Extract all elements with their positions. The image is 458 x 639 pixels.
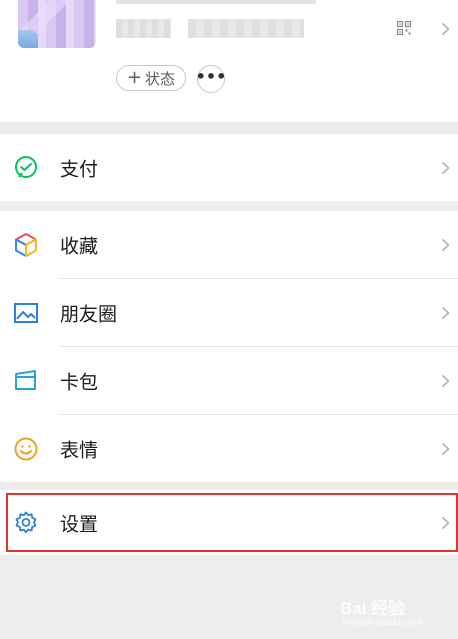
qr-code-icon[interactable]: [397, 21, 411, 35]
menu-item-label: 朋友圈: [60, 303, 118, 325]
menu-item-label: 支付: [60, 158, 99, 180]
chevron-right-icon: [441, 516, 450, 529]
wallet-card-icon: [15, 369, 36, 390]
avatar[interactable]: [18, 0, 96, 48]
settings-group: 设置: [0, 490, 458, 555]
chevron-right-icon: [441, 442, 450, 455]
watermark: Bai 经验: [340, 599, 406, 618]
ellipsis-icon: •••: [195, 66, 227, 86]
menu-item-pay[interactable]: 支付: [0, 134, 458, 201]
menu-item-label: 表情: [60, 439, 99, 461]
menu-item-stickers[interactable]: 表情: [0, 415, 458, 482]
menu-item-moments[interactable]: 朋友圈: [0, 279, 458, 346]
chevron-right-icon: [441, 161, 450, 174]
picture-icon: [14, 302, 38, 323]
smiley-icon: [14, 437, 38, 460]
menu-item-label: 设置: [60, 513, 99, 535]
status-button-label: 状态: [145, 69, 176, 88]
chevron-right-icon: [441, 238, 450, 251]
menu-item-favorites[interactable]: 收藏: [0, 211, 458, 278]
plus-icon: +: [126, 66, 143, 88]
chevron-right-icon[interactable]: [441, 22, 450, 36]
wechat-pay-icon: [15, 155, 37, 178]
add-status-button[interactable]: + 状态: [116, 65, 186, 91]
cube-icon: [15, 232, 37, 257]
wechat-id-label-blurred: [116, 19, 171, 38]
chevron-right-icon: [441, 374, 450, 387]
menu-item-cards[interactable]: 卡包: [0, 347, 458, 414]
pay-group: 支付: [0, 134, 458, 201]
menu-item-label: 收藏: [60, 235, 99, 257]
wechat-id-value-blurred: [188, 19, 304, 38]
services-group: 收藏 朋友圈 卡包 表情: [0, 211, 458, 482]
menu-item-label: 卡包: [60, 371, 99, 393]
chevron-right-icon: [441, 306, 450, 319]
profile-header: + 状态 •••: [0, 0, 458, 122]
watermark-url: jingyan.baidu.com: [342, 617, 423, 628]
nickname-blurred: [116, 0, 316, 4]
menu-item-settings[interactable]: 设置: [0, 490, 458, 555]
more-status-button[interactable]: •••: [195, 65, 227, 93]
gear-icon: [15, 511, 37, 533]
